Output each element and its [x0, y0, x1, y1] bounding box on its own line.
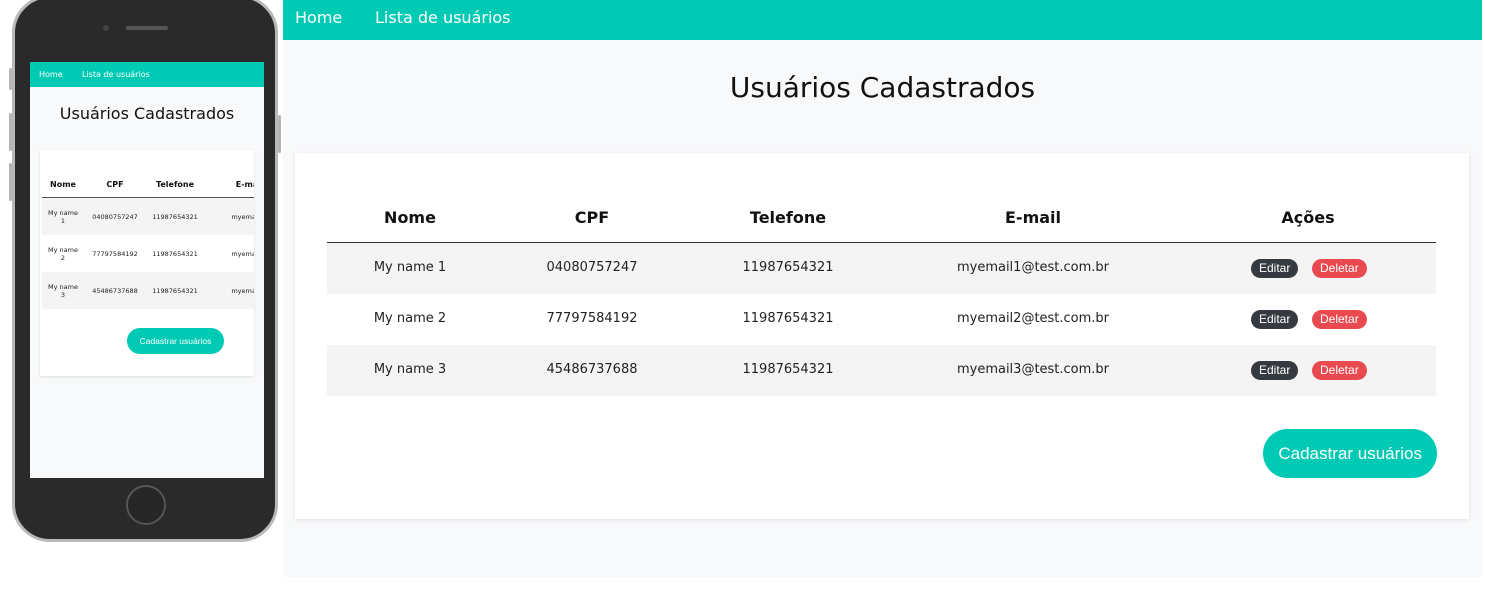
nav-users-list[interactable]: Lista de usuários	[375, 8, 511, 27]
mobile-table-row: My name 1 04080757247 11987654321 myemai…	[42, 198, 254, 235]
mobile-cell-name: My name 1	[48, 209, 78, 225]
users-table: Nome CPF Telefone E-mail Ações My name 1…	[327, 193, 1436, 396]
table-row: My name 2 77797584192 11987654321 myemai…	[327, 294, 1436, 345]
mobile-nav-users-list[interactable]: Lista de usuários	[82, 70, 150, 79]
mobile-header-cpf: CPF	[106, 180, 124, 189]
cell-phone: 11987654321	[742, 311, 834, 326]
mobile-cell-name: My name 3	[48, 283, 78, 299]
phone-power-button	[278, 115, 281, 153]
delete-button[interactable]: Deletar	[1312, 259, 1367, 278]
delete-button[interactable]: Deletar	[1312, 310, 1367, 329]
cell-cpf: 45486737688	[546, 362, 638, 377]
mobile-table-header: Nome CPF Telefone E-ma	[42, 150, 254, 198]
phone-volume-down	[9, 163, 12, 201]
delete-button[interactable]: Deletar	[1312, 361, 1367, 380]
phone-camera	[103, 25, 109, 31]
screenshot-stage: Home Lista de usuários Usuários Cadastra…	[0, 0, 1485, 603]
phone-volume-up	[9, 113, 12, 151]
mobile-header-name: Nome	[50, 180, 76, 189]
phone-mockup: Home Lista de usuários Usuários Cadastra…	[9, 0, 281, 542]
table-row: My name 3 45486737688 11987654321 myemai…	[327, 345, 1436, 396]
edit-button[interactable]: Editar	[1251, 310, 1299, 329]
desktop-view: Home Lista de usuários Usuários Cadastra…	[283, 0, 1482, 577]
mobile-cell-phone: 11987654321	[152, 250, 198, 258]
cell-email: myemail2@test.com.br	[956, 311, 1110, 326]
header-name: Nome	[384, 208, 436, 227]
mobile-cell-phone: 11987654321	[152, 287, 198, 295]
edit-button[interactable]: Editar	[1251, 361, 1299, 380]
page-title: Usuários Cadastrados	[729, 71, 1036, 104]
phone-speaker	[126, 26, 168, 30]
cell-name: My name 1	[373, 260, 447, 275]
mobile-cell-cpf: 04080757247	[92, 213, 138, 221]
mobile-cell-phone: 11987654321	[152, 213, 198, 221]
mobile-page-title: Usuários Cadastrados	[59, 104, 235, 123]
navbar: Home Lista de usuários	[283, 0, 1482, 40]
phone-home-button	[126, 485, 166, 525]
cell-email: myemail3@test.com.br	[956, 362, 1110, 377]
cell-name: My name 3	[373, 362, 447, 377]
mobile-table-row: My name 2 77797584192 11987654321 myemai…	[42, 235, 254, 272]
mobile-users-card: Nome CPF Telefone E-ma My name 1 0408075…	[40, 150, 254, 376]
nav-home[interactable]: Home	[295, 8, 342, 27]
mobile-cell-cpf: 77797584192	[92, 250, 138, 258]
header-email: E-mail	[1004, 208, 1062, 227]
cell-phone: 11987654321	[742, 362, 834, 377]
header-actions: Ações	[1281, 208, 1335, 227]
cell-cpf: 04080757247	[546, 260, 638, 275]
cell-cpf: 77797584192	[546, 311, 638, 326]
mobile-navbar: Home Lista de usuários	[30, 62, 264, 87]
header-phone: Telefone	[749, 208, 827, 227]
table-row: My name 1 04080757247 11987654321 myemai…	[327, 243, 1436, 294]
mobile-header-phone: Telefone	[155, 180, 195, 189]
cell-phone: 11987654321	[742, 260, 834, 275]
edit-button[interactable]: Editar	[1251, 259, 1299, 278]
add-users-button[interactable]: Cadastrar usuários	[1263, 429, 1437, 478]
mobile-nav-home[interactable]: Home	[39, 70, 63, 79]
header-cpf: CPF	[574, 208, 610, 227]
mobile-table-row: My name 3 45486737688 11987654321 myemai…	[42, 272, 254, 309]
mobile-cell-name: My name 2	[48, 246, 78, 262]
table-header: Nome CPF Telefone E-mail Ações	[327, 193, 1436, 243]
mobile-cell-email: myemail3@te	[231, 287, 254, 295]
mobile-cell-cpf: 45486737688	[92, 287, 138, 295]
mobile-cell-email: myemail2@te	[231, 250, 254, 258]
mobile-cell-email: myemail1@te	[231, 213, 254, 221]
cell-email: myemail1@test.com.br	[956, 260, 1110, 275]
mobile-header-email: E-ma	[235, 180, 254, 189]
cell-name: My name 2	[373, 311, 447, 326]
mobile-add-users-button[interactable]: Cadastrar usuários	[127, 328, 224, 354]
phone-screen: Home Lista de usuários Usuários Cadastra…	[30, 62, 264, 478]
phone-mute-switch	[9, 68, 12, 90]
users-card: Nome CPF Telefone E-mail Ações My name 1…	[295, 153, 1469, 519]
